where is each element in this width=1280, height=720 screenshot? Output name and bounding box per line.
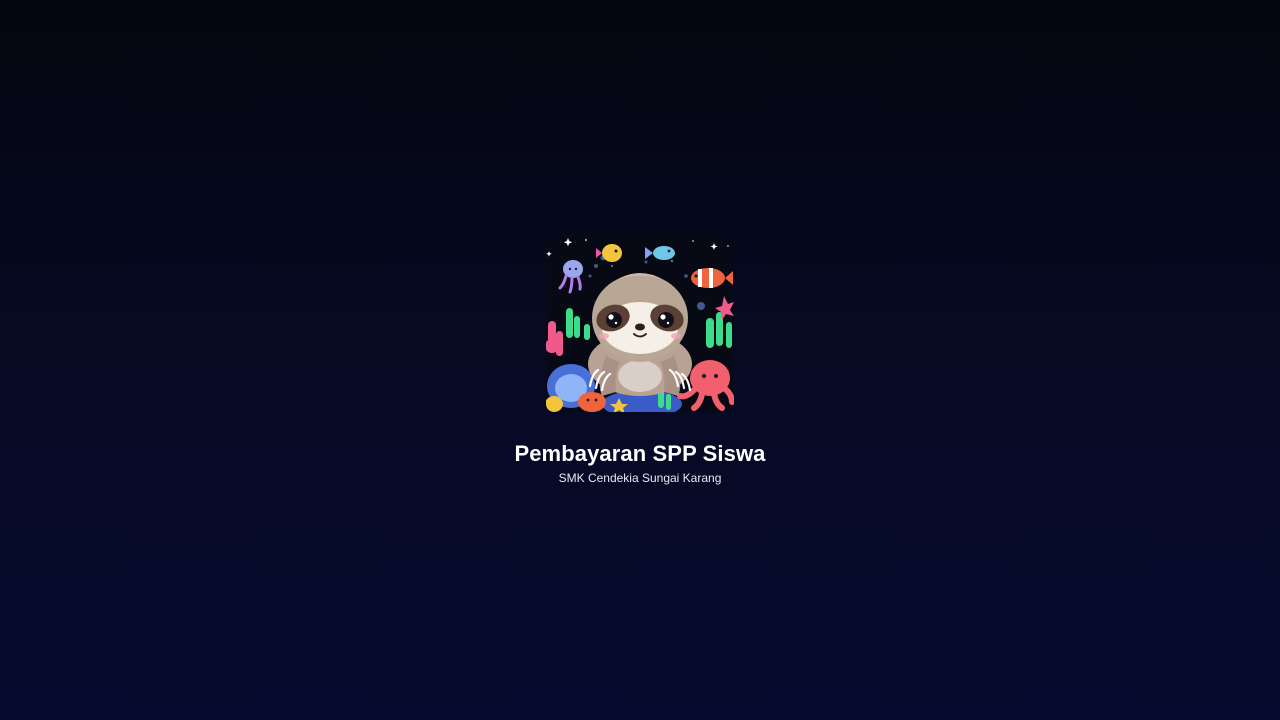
- app-logo: [546, 236, 734, 412]
- school-name: SMK Cendekia Sungai Karang: [558, 471, 722, 485]
- sloth-underwater-illustration-icon: [546, 236, 734, 412]
- splash-screen: Pembayaran SPP Siswa SMK Cendekia Sungai…: [0, 0, 1280, 720]
- app-title: Pembayaran SPP Siswa: [514, 441, 766, 466]
